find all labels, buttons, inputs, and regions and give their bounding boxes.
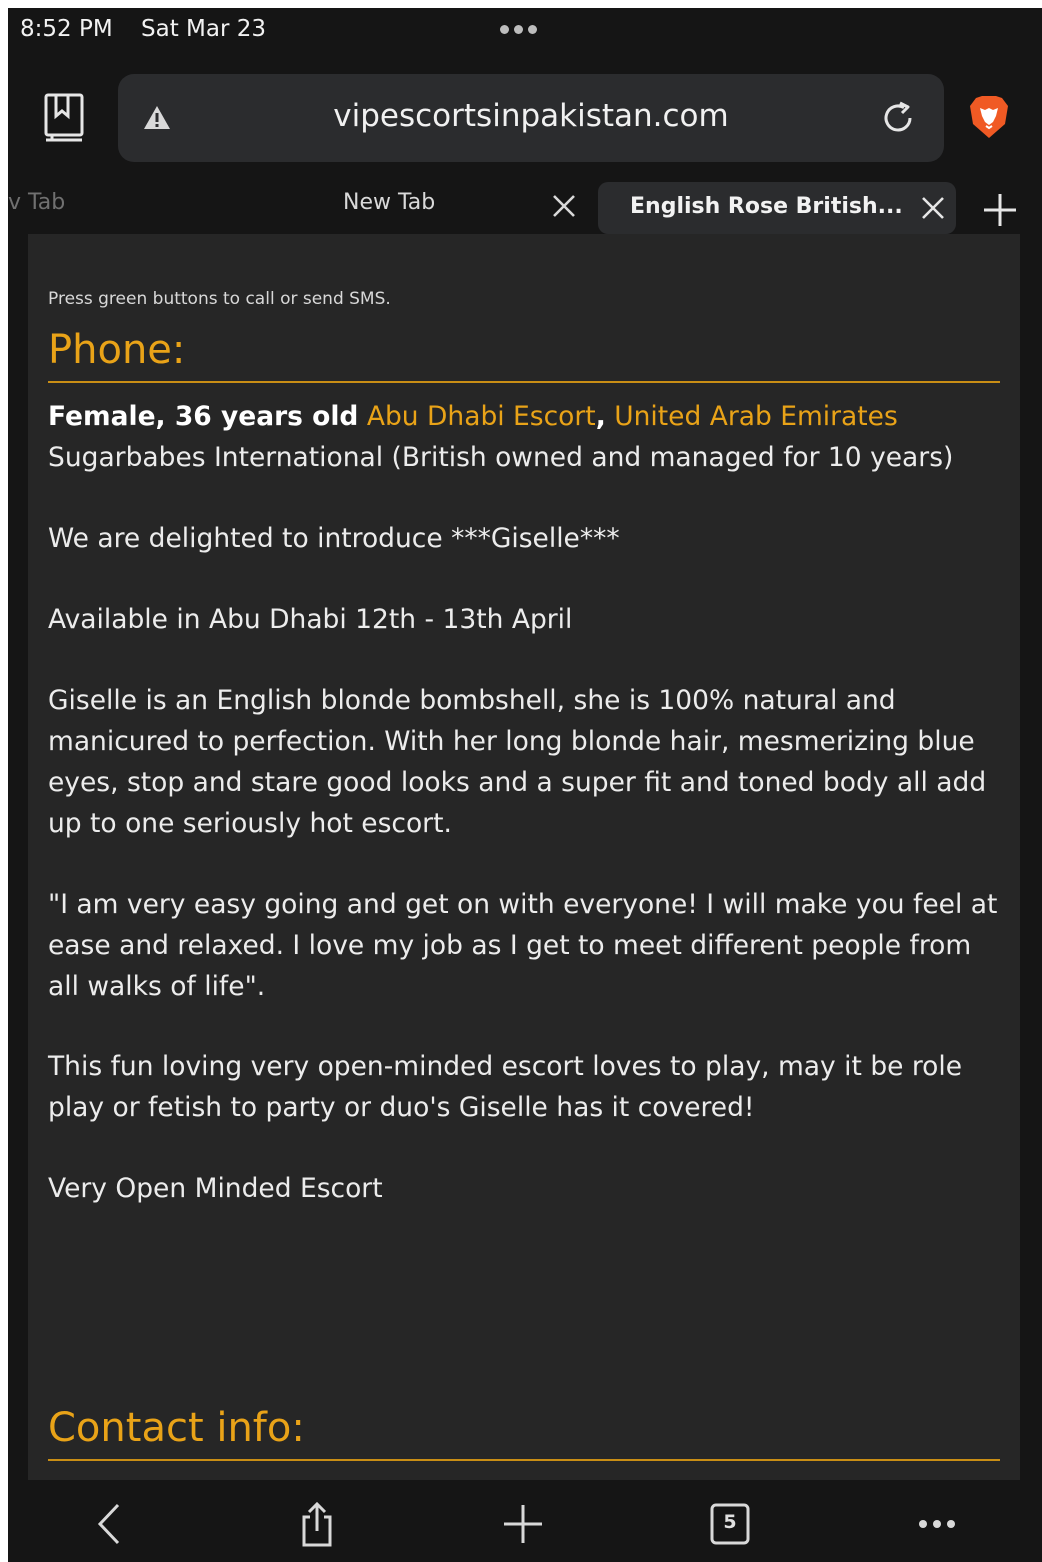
separator-comma: , (595, 401, 606, 432)
country-link[interactable]: United Arab Emirates (614, 401, 898, 432)
tab-strip: v Tab New Tab English Rose British... (8, 176, 1042, 236)
services-paragraph: This fun loving very open-minded escort … (48, 1051, 963, 1123)
availability-paragraph: Available in Abu Dhabi 12th - 13th April (48, 604, 573, 635)
web-content: Press green buttons to call or send SMS.… (28, 234, 1020, 1480)
brave-lion-icon[interactable] (968, 94, 1010, 140)
share-icon[interactable] (294, 1501, 340, 1547)
more-icon[interactable] (914, 1501, 960, 1547)
tabs-button[interactable]: 5 (708, 1501, 754, 1547)
browser-window: 8:52 PM Sat Mar 23 vipescortsinpakistan.… (8, 8, 1042, 1562)
tab-count: 5 (723, 1511, 737, 1533)
city-link[interactable]: Abu Dhabi Escort (367, 401, 596, 432)
contact-heading: Contact info: (48, 1404, 1000, 1461)
address-bar[interactable]: vipescortsinpakistan.com (118, 74, 944, 162)
tab-new-tab[interactable]: New Tab (343, 190, 435, 215)
browser-toolbar: vipescortsinpakistan.com (8, 64, 1042, 168)
gender-age: Female, 36 years old (48, 401, 359, 432)
description-paragraph: Giselle is an English blonde bombshell, … (48, 685, 987, 839)
reload-icon[interactable] (878, 98, 918, 138)
status-date: Sat Mar 23 (141, 16, 266, 42)
profile-summary: Female, 36 years old Abu Dhabi Escort, U… (48, 396, 1000, 478)
quote-paragraph: "I am very easy going and get on with ev… (48, 889, 998, 1002)
phone-heading: Phone: (48, 326, 1000, 383)
tab-active-label: English Rose British... (630, 194, 903, 219)
tagline-paragraph: Very Open Minded Escort (48, 1173, 383, 1204)
bottom-toolbar: 5 (8, 1480, 1042, 1562)
back-icon[interactable] (88, 1501, 134, 1547)
plus-icon[interactable] (982, 192, 1018, 228)
tab-active[interactable]: English Rose British... (598, 182, 956, 234)
call-hint: Press green buttons to call or send SMS. (48, 289, 391, 309)
status-bar: 8:52 PM Sat Mar 23 (8, 8, 1042, 56)
url-text[interactable]: vipescortsinpakistan.com (118, 98, 944, 134)
multitasking-dots-icon[interactable] (500, 25, 537, 34)
intro-paragraph: We are delighted to introduce ***Giselle… (48, 523, 620, 554)
bookmarks-icon[interactable] (42, 92, 88, 144)
status-time: 8:52 PM (20, 16, 113, 42)
agency-line: Sugarbabes International (British owned … (48, 442, 954, 473)
close-icon[interactable] (920, 195, 946, 221)
new-tab-icon[interactable] (500, 1501, 546, 1547)
tab-partial[interactable]: v Tab (8, 190, 65, 215)
close-icon[interactable] (551, 193, 577, 219)
